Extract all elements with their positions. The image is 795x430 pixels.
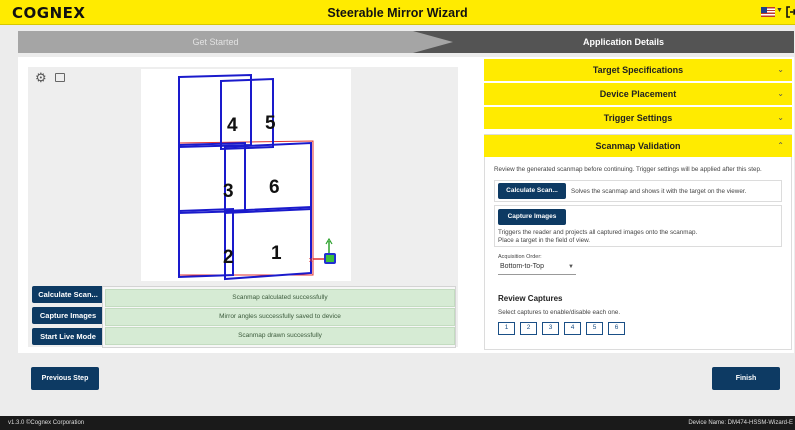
capture-row: Capture Images Triggers the reader and p… xyxy=(494,205,782,247)
accordion-device-placement[interactable]: Device Placement ⌄ xyxy=(484,83,792,105)
step-get-started[interactable]: Get Started xyxy=(18,31,413,53)
acquisition-order-label: Acquisition Order: xyxy=(498,254,542,260)
start-live-mode-button[interactable]: Start Live Mode xyxy=(32,328,104,345)
capture-images-button[interactable]: Capture Images xyxy=(498,209,566,225)
capture-toggle-2[interactable]: 2 xyxy=(520,322,537,335)
calculate-description: Solves the scanmap and shows it with the… xyxy=(571,188,747,195)
capture-toggle-6[interactable]: 6 xyxy=(608,322,625,335)
us-flag-icon[interactable] xyxy=(761,7,775,17)
capture-toggle-1[interactable]: 1 xyxy=(498,322,515,335)
viewer-panel: ⚙ 4 5 3 6 2 1 x Calculate Scan... Captur… xyxy=(28,67,458,348)
accordion-label: Target Specifications xyxy=(592,65,684,75)
tile-label-1: 1 xyxy=(271,243,282,264)
accordion-label: Trigger Settings xyxy=(603,113,673,123)
app-title: Steerable Mirror Wizard xyxy=(327,6,468,20)
tile-label-4: 4 xyxy=(227,115,238,136)
accordion-label: Scanmap Validation xyxy=(595,141,681,151)
svg-text:x: x xyxy=(309,257,313,264)
tile-label-3: 3 xyxy=(223,181,234,202)
tile-label-6: 6 xyxy=(269,177,280,198)
chevron-down-icon: ⌄ xyxy=(777,113,784,122)
scanmap-drawing: 4 5 3 6 2 1 x xyxy=(178,73,336,281)
fit-to-screen-icon[interactable] xyxy=(55,73,65,82)
step-application-details[interactable]: Application Details xyxy=(413,31,794,53)
scanmap-viewer[interactable]: 4 5 3 6 2 1 x xyxy=(141,69,351,281)
accordion-scanmap-validation[interactable]: Scanmap Validation ⌃ xyxy=(484,135,792,157)
chevron-down-icon[interactable]: ▼ xyxy=(776,7,783,14)
calculate-scan-button[interactable]: Calculate Scan... xyxy=(498,183,566,199)
step-arrow xyxy=(413,31,453,53)
calculate-row: Calculate Scan... Solves the scanmap and… xyxy=(494,180,782,202)
accordion-label: Device Placement xyxy=(599,89,677,99)
capture-toggle-4[interactable]: 4 xyxy=(564,322,581,335)
capture-toggle-5[interactable]: 5 xyxy=(586,322,603,335)
logout-icon[interactable] xyxy=(785,5,795,19)
capture-toggle-3[interactable]: 3 xyxy=(542,322,559,335)
accordion-trigger-settings[interactable]: Trigger Settings ⌄ xyxy=(484,107,792,129)
tile-label-2: 2 xyxy=(223,247,234,268)
status-message: Mirror angles successfully saved to devi… xyxy=(105,308,455,326)
top-bar: COGNEX Steerable Mirror Wizard ▼ xyxy=(0,0,795,25)
status-message: Scanmap calculated successfully xyxy=(105,289,455,307)
device-name-text: Device Name: DM474-HSSM-Wizard-E xyxy=(688,420,793,426)
wizard-stepper: Get Started Application Details xyxy=(18,31,794,53)
gear-icon[interactable]: ⚙ xyxy=(35,70,47,86)
previous-step-button[interactable]: Previous Step xyxy=(31,367,99,390)
chevron-down-icon: ▼ xyxy=(568,264,574,270)
acquisition-order-select[interactable]: Bottom-to-Top ▼ xyxy=(498,263,576,275)
status-messages: Scanmap calculated successfully Mirror a… xyxy=(102,286,456,348)
chevron-down-icon: ⌄ xyxy=(777,65,784,74)
chevron-down-icon: ⌄ xyxy=(777,89,784,98)
scanmap-intro-text: Review the generated scanmap before cont… xyxy=(494,166,762,173)
review-captures-title: Review Captures xyxy=(498,294,563,303)
accordion-target-specifications[interactable]: Target Specifications ⌄ xyxy=(484,59,792,81)
version-text: v1.3.0 ©Cognex Corporation xyxy=(8,420,85,426)
capture-images-button[interactable]: Capture Images xyxy=(32,307,104,324)
tile-label-5: 5 xyxy=(265,113,276,134)
acquisition-order-value: Bottom-to-Top xyxy=(500,263,544,270)
chevron-up-icon: ⌃ xyxy=(777,141,784,150)
review-captures-description: Select captures to enable/disable each o… xyxy=(498,309,621,316)
capture-hint: Place a target in the field of view. xyxy=(498,237,591,244)
status-message: Scanmap drawn successfully xyxy=(105,327,455,345)
calculate-scan-button[interactable]: Calculate Scan... xyxy=(32,286,104,303)
finish-button[interactable]: Finish xyxy=(712,367,780,390)
footer: v1.3.0 ©Cognex Corporation Device Name: … xyxy=(0,416,795,430)
capture-description: Triggers the reader and projects all cap… xyxy=(498,229,698,236)
